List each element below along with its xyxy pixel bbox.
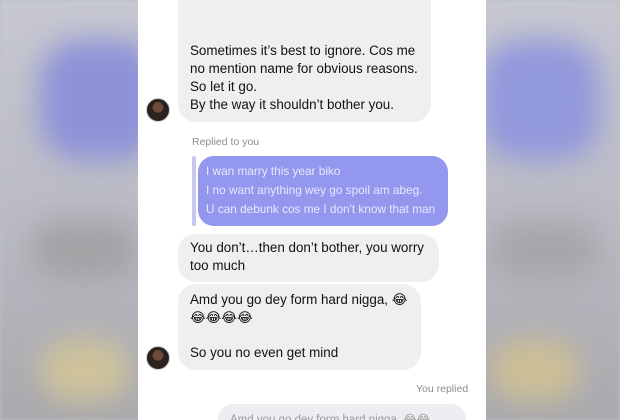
message-line: So you no even get mind <box>190 345 339 360</box>
backdrop-blob <box>490 220 600 280</box>
quoted-line: I no want anything wey go spoil am abeg. <box>206 183 423 197</box>
reply-quote-bar <box>192 156 196 226</box>
message-line: You don’t…then don’t bother, you worry <box>190 240 424 255</box>
backdrop-blob <box>480 40 600 160</box>
message-line: too much <box>190 258 246 273</box>
message-line: no mention name for obvious reasons. <box>190 61 418 76</box>
received-message[interactable]: You don’t…then don’t bother, you worry t… <box>178 234 439 282</box>
message-line: Sometimes it’s best to ignore. Cos me <box>190 43 416 58</box>
message-line: So let it go. <box>190 79 257 94</box>
avatar[interactable] <box>146 98 170 122</box>
backdrop-blob <box>490 340 580 400</box>
quoted-line: I wan marry this year biko <box>206 164 341 178</box>
received-message[interactable]: Amd you go dey form hard nigga, 😂 😂😂😂😂 S… <box>178 284 421 370</box>
avatar[interactable] <box>146 346 170 370</box>
quoted-line: U can debunk cos me I don't know that ma… <box>206 202 436 216</box>
backdrop-blob <box>30 220 140 280</box>
you-replied-label: You replied <box>416 383 469 395</box>
emoji-line: 😂😂😂😂 <box>190 310 253 325</box>
quoted-message[interactable]: I wan marry this year biko I no want any… <box>198 156 448 226</box>
replied-to-label: Replied to you <box>192 136 260 148</box>
sent-message-preview[interactable]: Amd you go dey form hard nigga, 😂😂 <box>218 404 466 420</box>
message-line: Amd you go dey form hard nigga, 😂 <box>190 292 408 307</box>
chat-panel: Sometimes it’s best to ignore. Cos me no… <box>138 0 486 420</box>
received-message[interactable]: Sometimes it’s best to ignore. Cos me no… <box>178 0 431 122</box>
backdrop-blob <box>40 340 130 400</box>
message-line: By the way it shouldn’t bother you. <box>190 97 394 112</box>
